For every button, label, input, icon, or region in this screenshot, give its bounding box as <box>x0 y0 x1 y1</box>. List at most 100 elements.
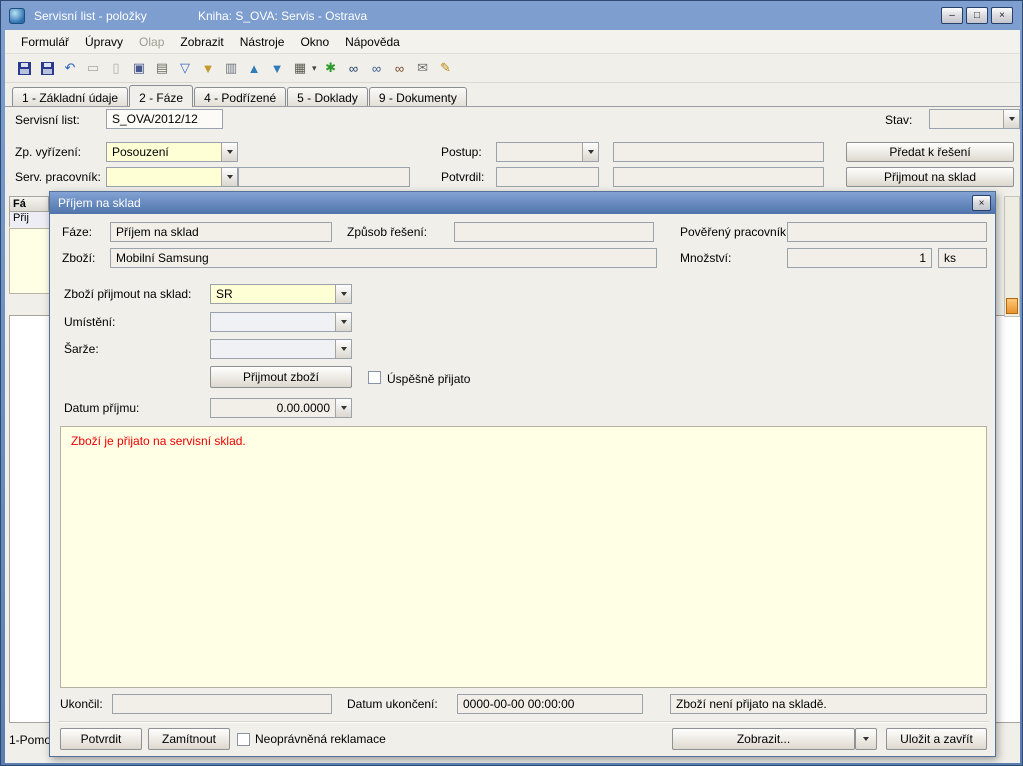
umisteni-label: Umístění: <box>64 315 115 329</box>
paste-icon[interactable]: ▤ <box>153 59 171 77</box>
undo-icon[interactable]: ↶ <box>61 59 79 77</box>
menu-napoveda[interactable]: Nápověda <box>337 31 408 53</box>
edit-icon[interactable]: ✎ <box>437 59 455 77</box>
grid-row[interactable]: Přij <box>9 212 49 227</box>
ukoncil-field[interactable] <box>112 694 332 714</box>
datum-ukonceni-value: 0000-00-00 00:00:00 <box>463 697 574 711</box>
chevron-down-icon[interactable] <box>335 313 351 331</box>
postup-select[interactable] <box>496 142 599 162</box>
menu-zobrazit[interactable]: Zobrazit <box>172 31 231 53</box>
print-icon[interactable]: ▥ <box>222 59 240 77</box>
filter-custom-icon[interactable]: ▼ <box>199 59 217 77</box>
minimize-button[interactable]: – <box>941 7 963 24</box>
stav-select[interactable] <box>929 109 1020 129</box>
tab-dokumenty[interactable]: 9 - Dokumenty <box>369 87 467 106</box>
zamitnout-button[interactable]: Zamítnout <box>148 728 230 750</box>
zbozi-prijmout-label: Zboží přijmout na sklad: <box>64 287 191 301</box>
mnozstvi-unit-field[interactable]: ks <box>938 248 987 268</box>
close-button[interactable]: × <box>991 7 1013 24</box>
menu-nastroje[interactable]: Nástroje <box>232 31 293 53</box>
copy-icon[interactable]: ▣ <box>130 59 148 77</box>
chevron-down-icon[interactable] <box>335 399 351 417</box>
serv-pracovnik-label: Serv. pracovník: <box>15 170 101 184</box>
tab-zakladni-udaje[interactable]: 1 - Základní údaje <box>12 87 128 106</box>
toolbar: ↶ ▭ ▯ ▣ ▤ ▽ ▼ ▥ ▲ ▼ ▦ ▾ ✱ ∞ ∞ ∞ ✉ ✎ <box>5 54 1020 83</box>
find-prev-icon[interactable]: ∞ <box>391 59 409 77</box>
mail-icon[interactable]: ✉ <box>414 59 432 77</box>
scrollbar-thumb[interactable] <box>1006 298 1018 314</box>
ukoncil-label: Ukončil: <box>60 697 103 711</box>
uspesne-prijato-label: Úspěšně přijato <box>387 372 470 386</box>
actions-menu-icon[interactable]: ▦ <box>291 59 309 77</box>
chevron-down-icon[interactable] <box>582 143 598 161</box>
datum-prijmu-value: 0.00.0000 <box>216 399 330 417</box>
potvrdit-button[interactable]: Potvrdit <box>60 728 142 750</box>
prijmout-na-sklad-button[interactable]: Přijmout na sklad <box>846 167 1014 187</box>
sklad-select[interactable]: SR <box>210 284 352 304</box>
prijem-na-sklad-dialog: Příjem na sklad × Fáze: Příjem na sklad … <box>49 191 996 757</box>
chevron-down-icon[interactable] <box>221 168 237 186</box>
grid-column-header[interactable]: Fá <box>9 196 49 212</box>
chevron-down-icon[interactable] <box>221 143 237 161</box>
floppy-glyph <box>41 62 54 75</box>
new-record-icon: ▯ <box>107 59 125 77</box>
neopravnena-reklamace-label: Neoprávněná reklamace <box>255 732 386 746</box>
find-next-icon[interactable]: ∞ <box>368 59 386 77</box>
potvrdil-field[interactable] <box>496 167 599 187</box>
find-icon[interactable]: ∞ <box>345 59 363 77</box>
filter-icon[interactable]: ▽ <box>176 59 194 77</box>
menu-upravy[interactable]: Úpravy <box>77 31 131 53</box>
potvrdil-detail-field[interactable] <box>613 167 824 187</box>
mnozstvi-field[interactable]: 1 <box>787 248 932 268</box>
tab-doklady[interactable]: 5 - Doklady <box>287 87 368 106</box>
neopravnena-reklamace-checkbox[interactable] <box>237 733 250 746</box>
faze-field[interactable]: Příjem na sklad <box>110 222 332 242</box>
chevron-down-icon[interactable] <box>335 340 351 358</box>
ulozit-a-zavrit-button[interactable]: Uložit a zavřít <box>886 728 987 750</box>
servisni-list-field[interactable]: S_OVA/2012/12 <box>106 109 223 129</box>
menu-okno[interactable]: Okno <box>292 31 337 53</box>
zp-vyrizeni-label: Zp. vyřízení: <box>15 145 81 159</box>
umisteni-select[interactable] <box>210 312 352 332</box>
app-window: Servisní list - položky Kniha: S_OVA: Se… <box>0 0 1023 766</box>
potvrdil-label: Potvrdil: <box>441 170 484 184</box>
serv-pracovnik-detail-field[interactable] <box>238 167 410 187</box>
predat-k-reseni-button[interactable]: Předat k řešení <box>846 142 1014 162</box>
povereny-pracovnik-field[interactable] <box>787 222 987 242</box>
chevron-down-icon[interactable] <box>335 285 351 303</box>
stav-label: Stav: <box>885 113 912 127</box>
maximize-button[interactable]: □ <box>966 7 988 24</box>
refresh-icon[interactable]: ✱ <box>322 59 340 77</box>
zobrazit-dropdown-button[interactable] <box>855 728 877 750</box>
tab-podrizene[interactable]: 4 - Podřízené <box>194 87 286 106</box>
serv-pracovnik-select[interactable] <box>106 167 238 187</box>
zp-vyrizeni-select[interactable]: Posouzení <box>106 142 238 162</box>
zbozi-value: Mobilní Samsung <box>116 251 209 265</box>
postup-detail-field[interactable] <box>613 142 824 162</box>
sarze-select[interactable] <box>210 339 352 359</box>
zpusob-reseni-field[interactable] <box>454 222 654 242</box>
menu-formular[interactable]: Formulář <box>13 31 77 53</box>
datum-ukonceni-label: Datum ukončení: <box>347 697 438 711</box>
dialog-close-button[interactable]: × <box>972 195 991 211</box>
move-up-icon[interactable]: ▲ <box>245 59 263 77</box>
actions-caret-icon[interactable]: ▾ <box>312 63 317 74</box>
zp-vyrizeni-value: Posouzení <box>112 143 216 161</box>
chevron-down-icon[interactable] <box>1003 110 1019 128</box>
floppy-glyph <box>18 62 31 75</box>
datum-prijmu-select[interactable]: 0.00.0000 <box>210 398 352 418</box>
uspesne-prijato-checkbox[interactable] <box>368 371 381 384</box>
save-record-icon[interactable] <box>38 59 56 77</box>
mnozstvi-unit-value: ks <box>944 251 956 265</box>
datum-ukonceni-field[interactable]: 0000-00-00 00:00:00 <box>457 694 643 714</box>
menu-bar: Formulář Úpravy Olap Zobrazit Nástroje O… <box>5 30 1020 54</box>
move-down-icon[interactable]: ▼ <box>268 59 286 77</box>
memo-area[interactable]: Zboží je přijato na servisní sklad. <box>60 426 987 688</box>
zbozi-field[interactable]: Mobilní Samsung <box>110 248 657 268</box>
save-icon[interactable] <box>15 59 33 77</box>
povereny-pracovnik-label: Pověřený pracovník: <box>680 225 789 239</box>
sklad-status-field: Zboží není přijato na skladě. <box>670 694 987 714</box>
tab-faze[interactable]: 2 - Fáze <box>129 85 193 107</box>
prijmout-zbozi-button[interactable]: Přijmout zboží <box>210 366 352 388</box>
zobrazit-button[interactable]: Zobrazit... <box>672 728 855 750</box>
